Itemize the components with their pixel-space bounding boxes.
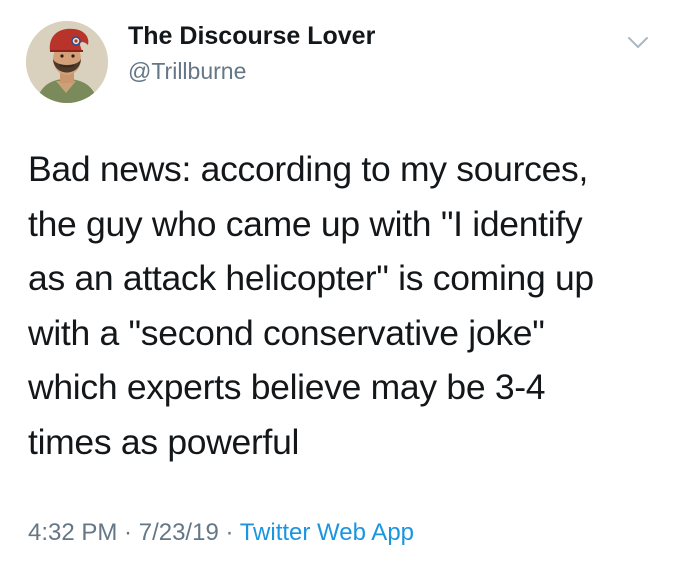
tweet-text-line: times as powerful <box>28 421 300 462</box>
tweet-text: Bad news: according to my sources, the g… <box>28 142 658 469</box>
meta-separator: · <box>117 519 139 546</box>
tweet-time[interactable]: 4:32 PM <box>28 519 117 546</box>
chevron-down-icon[interactable] <box>627 36 649 50</box>
tweet-card: The Discourse Lover @Trillburne Bad news… <box>0 0 680 571</box>
tweet-meta: 4:32 PM · 7/23/19 · Twitter Web App <box>28 519 414 547</box>
tweet-source-link[interactable]: Twitter Web App <box>240 519 414 546</box>
tweet-text-line: which experts believe may be 3-4 <box>28 367 546 407</box>
avatar-image <box>26 21 108 103</box>
user-handle[interactable]: @Trillburne <box>128 58 246 85</box>
meta-separator: · <box>218 519 240 546</box>
avatar[interactable] <box>26 21 108 103</box>
tweet-date[interactable]: 7/23/19 <box>139 519 219 546</box>
tweet-text-line: Bad news: according to my sources, <box>28 149 589 189</box>
tweet-text-line: with a "second conservative joke" <box>28 312 545 353</box>
tweet-text-line: as an attack helicopter" is coming up <box>28 258 594 298</box>
tweet-text-line: the guy who came up with "I identify <box>28 203 583 244</box>
display-name[interactable]: The Discourse Lover <box>128 22 375 51</box>
